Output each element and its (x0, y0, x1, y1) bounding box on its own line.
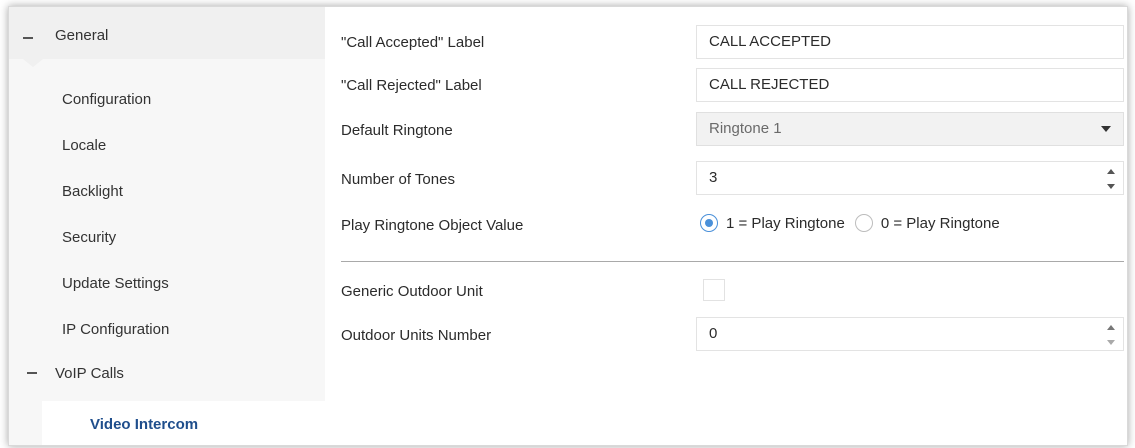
outdoor-units-number-value: 0 (709, 325, 718, 342)
sidebar-item-voip-calls[interactable]: VoIP Calls (9, 353, 325, 393)
settings-panel: "Call Accepted" Label CALL ACCEPTED "Cal… (325, 7, 1127, 445)
sidebar-item-general[interactable]: General (9, 7, 325, 67)
radio-option-0[interactable] (854, 214, 873, 232)
number-of-tones-value: 3 (709, 169, 718, 186)
default-ringtone-label: Default Ringtone (341, 122, 453, 139)
sidebar-item-security[interactable]: Security (9, 217, 325, 257)
chevron-down-icon[interactable] (1101, 126, 1111, 132)
play-ringtone-radio-group: 1 = Play Ringtone 0 = Play Ringtone (700, 214, 1010, 232)
sidebar-item-label: Security (62, 228, 117, 246)
call-accepted-input[interactable]: CALL ACCEPTED (696, 25, 1124, 59)
sidebar-item-label: General (55, 27, 109, 44)
sidebar-item-label: Locale (62, 136, 107, 154)
sidebar-item-label: Update Settings (62, 274, 169, 292)
number-of-tones-label: Number of Tones (341, 171, 455, 188)
number-of-tones-stepper[interactable]: 3 (696, 161, 1124, 195)
sidebar: General Configuration Locale Backlight S… (9, 7, 332, 445)
spinner-arrows-icon[interactable] (1107, 169, 1115, 189)
default-ringtone-value: Ringtone 1 (709, 120, 782, 137)
sidebar-item-locale[interactable]: Locale (9, 125, 325, 165)
radio-option-0-label[interactable]: 0 = Play Ringtone (881, 215, 1000, 232)
notch-indicator (23, 59, 43, 67)
spin-down-icon[interactable] (1107, 340, 1115, 345)
sidebar-item-label: IP Configuration (62, 320, 170, 338)
collapse-minus-icon[interactable] (27, 372, 37, 374)
generic-outdoor-unit-label: Generic Outdoor Unit (341, 283, 483, 300)
spin-up-icon[interactable] (1107, 169, 1115, 174)
spin-down-icon[interactable] (1107, 184, 1115, 189)
outdoor-units-number-label: Outdoor Units Number (341, 327, 492, 344)
sidebar-item-update-settings[interactable]: Update Settings (9, 263, 325, 303)
sidebar-item-label: VoIP Calls (55, 364, 124, 382)
outdoor-units-number-stepper[interactable]: 0 (696, 317, 1124, 351)
sidebar-item-label: Configuration (62, 90, 152, 108)
sidebar-item-ip-configuration[interactable]: IP Configuration (9, 309, 325, 349)
spin-up-icon[interactable] (1107, 325, 1115, 330)
collapse-minus-icon[interactable] (23, 37, 33, 39)
call-rejected-label: "Call Rejected" Label (341, 77, 482, 94)
default-ringtone-select[interactable]: Ringtone 1 (696, 112, 1124, 146)
sidebar-item-label: Video Intercom (90, 415, 199, 433)
generic-outdoor-unit-checkbox[interactable] (703, 279, 725, 301)
window-frame: General Configuration Locale Backlight S… (8, 6, 1128, 446)
sidebar-item-label: Backlight (62, 182, 123, 200)
call-accepted-label: "Call Accepted" Label (341, 34, 485, 51)
section-divider (341, 261, 1124, 262)
sidebar-item-backlight[interactable]: Backlight (9, 171, 325, 211)
sidebar-item-configuration[interactable]: Configuration (9, 79, 325, 119)
call-rejected-input[interactable]: CALL REJECTED (696, 68, 1124, 102)
radio-option-1-label[interactable]: 1 = Play Ringtone (726, 215, 845, 232)
sidebar-item-video-intercom[interactable]: Video Intercom (42, 401, 332, 445)
play-ringtone-label: Play Ringtone Object Value (341, 217, 524, 234)
radio-option-1[interactable] (700, 214, 718, 232)
spinner-arrows-icon[interactable] (1107, 325, 1115, 345)
